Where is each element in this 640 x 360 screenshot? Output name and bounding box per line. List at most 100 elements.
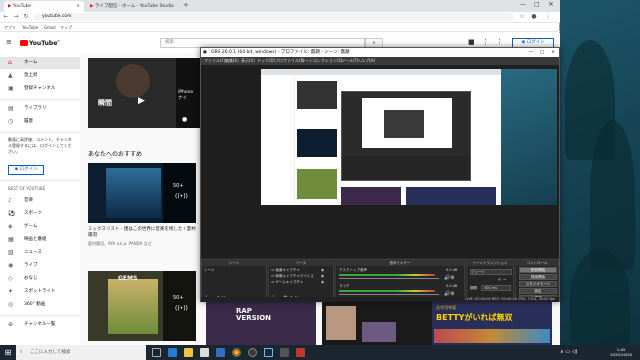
settings-button[interactable]: 設定 — [519, 288, 557, 294]
volume-slider[interactable] — [339, 278, 439, 279]
sidebar-item-news[interactable]: ▧ ニュース — [0, 247, 80, 259]
preview-nested-docks — [342, 156, 470, 180]
obs-taskbar-icon[interactable] — [248, 348, 257, 357]
visibility-icon[interactable]: ◉ — [321, 280, 324, 284]
video-thumbnail[interactable]: RAP VERSION — [206, 302, 316, 345]
system-tray-icons[interactable]: ∧ ▭ ◁) — [560, 349, 577, 355]
forward-icon[interactable]: → — [12, 13, 20, 21]
duration-input[interactable]: 300 ms — [481, 285, 511, 291]
visibility-icon[interactable]: ◉ — [321, 274, 324, 278]
windows-start-icon[interactable]: ⊞ — [0, 345, 16, 360]
obs-preview[interactable] — [201, 65, 559, 258]
sidebar-item-game[interactable]: ◈ ゲーム — [0, 221, 80, 233]
transition-select[interactable]: フェード — [470, 269, 512, 275]
sidebar-login-button[interactable]: ◉ ログイン — [8, 165, 44, 175]
video-thumbnail[interactable]: iPhone ナイ ● — [176, 58, 200, 128]
start-recording-button[interactable]: 録画開始 — [519, 274, 557, 280]
bookmark-apps[interactable]: アプリ — [4, 23, 16, 32]
sidebar-item-history[interactable]: ◷ 履歴 — [0, 116, 80, 128]
mix-thumbnail[interactable]: 50+ ((•)) — [88, 163, 196, 223]
sidebar-item-trending[interactable]: ▲ 急上昇 — [0, 70, 80, 82]
profile-icon[interactable]: ● — [530, 13, 538, 21]
minimize-button[interactable]: — — [529, 48, 534, 57]
menu-file[interactable]: ファイル(F) — [204, 57, 225, 65]
sidebar-item-fashion[interactable]: ◇ おなじ — [0, 273, 80, 285]
settings-icon[interactable]: ⋮ — [496, 38, 503, 46]
source-item[interactable]: ▭ ゲームキャプチャ ◉ — [271, 280, 324, 285]
bookmark-gmail[interactable]: Gmail — [44, 23, 56, 32]
store-icon[interactable] — [200, 348, 209, 357]
sports-icon: ⚽ — [8, 210, 16, 217]
file-explorer-icon[interactable] — [184, 348, 193, 357]
studio-mode-button[interactable]: スタジオモード — [519, 281, 557, 287]
sidebar-item-movies[interactable]: ▦ 映画と番組 — [0, 234, 80, 246]
bookmark-maps[interactable]: マップ — [60, 23, 72, 32]
url-input[interactable]: youtube.com — [34, 13, 514, 21]
new-tab-button[interactable]: + — [183, 1, 189, 9]
visibility-icon[interactable]: ◉ — [321, 268, 324, 272]
hamburger-icon[interactable]: ≡ — [6, 38, 12, 46]
edge-icon[interactable] — [168, 348, 177, 357]
task-view-icon[interactable] — [152, 348, 161, 357]
minimize-button[interactable]: — — [520, 1, 526, 8]
close-icon[interactable]: × — [76, 1, 80, 12]
tab-studio[interactable]: ▶ ライブ配信 - ホーム - YouTube Studio — [86, 1, 181, 12]
sidebar-item-library[interactable]: ▤ ライブラリ — [0, 103, 80, 115]
youtube-logo[interactable]: YouTubeJP — [20, 39, 60, 47]
source-item[interactable]: ▭ 画面キャプチャ ◉ — [271, 268, 324, 273]
start-streaming-button[interactable]: 配信開始 — [519, 267, 557, 273]
mail-icon[interactable] — [216, 348, 225, 357]
maximize-button[interactable]: □ — [540, 48, 544, 57]
menu-icon[interactable]: ⋮ — [544, 13, 552, 21]
sidebar-item-label: 映画と番組 — [24, 237, 47, 242]
scene-item[interactable]: シーン — [204, 268, 214, 273]
star-icon[interactable]: ☆ — [518, 13, 526, 21]
video-thumbnail[interactable] — [322, 302, 432, 345]
taskbar-search-input[interactable]: ⌕ ここに入力して検索 — [16, 345, 146, 360]
menu-edit[interactable]: 編集(E) — [225, 57, 239, 65]
sidebar-item-channels[interactable]: ⊕ チャンネル一覧 — [0, 319, 80, 331]
menu-dock[interactable]: ドック(D) — [257, 57, 275, 65]
transition-add-remove-buttons[interactable]: ＋ − — [497, 277, 507, 283]
source-item[interactable]: ▭ 映像キャプチャデバイス ◉ — [271, 274, 324, 279]
window-close-button[interactable]: × — [551, 48, 555, 57]
chrome-icon[interactable] — [232, 348, 241, 357]
sidebar-item-music[interactable]: ♪ 音楽 — [0, 195, 80, 207]
clock[interactable]: 1:45 2020/10/30 — [610, 347, 632, 357]
steam-icon[interactable] — [264, 348, 273, 357]
menu-view[interactable]: 表示(V) — [241, 57, 255, 65]
speaker-icon[interactable]: 🔊⚙ — [444, 275, 455, 281]
apps-icon[interactable]: ⋮ — [482, 38, 489, 46]
sidebar-item-live[interactable]: ◉ ライブ — [0, 260, 80, 272]
menu-tools[interactable]: ツール(T) — [341, 57, 359, 65]
back-icon[interactable]: ← — [2, 13, 10, 21]
bookmark-youtube[interactable]: YouTube — [22, 23, 38, 32]
video-title[interactable]: ミックスリスト - 僕はこの世界に音楽を残した / 夏村陽羽 — [88, 227, 198, 239]
obs-title-bar: ● OBS 26.0.1 (64 bit, windows) - プロファイル:… — [201, 48, 559, 57]
best-of-youtube-heading: BEST OF YOUTUBE — [8, 186, 46, 191]
divider — [0, 315, 80, 316]
bookmarks-bar: アプリ YouTube Gmail マップ — [0, 23, 560, 32]
sidebar-item-subscriptions[interactable]: ▣ 登録チャンネル — [0, 83, 80, 95]
maximize-button[interactable]: □ — [534, 1, 540, 8]
thumbnail-art — [326, 306, 356, 340]
wallpaper-tree — [570, 250, 630, 345]
sidebar-item-sports[interactable]: ⚽ スポーツ — [0, 208, 80, 220]
video-upload-icon[interactable]: ■ — [468, 38, 475, 46]
window-close-button[interactable]: × — [548, 0, 554, 8]
volume-slider[interactable] — [339, 294, 439, 295]
video-thumbnail[interactable]: GEMS 50+ ((•)) — [88, 271, 196, 341]
sidebar-item-spotlight[interactable]: ✦ スポットライト — [0, 286, 80, 298]
sidebar-item-360[interactable]: ◎ 360° 動画 — [0, 299, 80, 311]
video-thumbnail[interactable]: 瞬間 ▶ — [88, 58, 178, 128]
video-thumbnail[interactable]: 天才司令塔 BETTYがいれば無双 — [432, 302, 552, 345]
sidebar-item-home[interactable]: ⌂ ホーム — [0, 57, 80, 69]
menu-scene-collection[interactable]: シーンコレクション(S) — [301, 57, 342, 65]
menu-help[interactable]: ヘルプ(H) — [357, 57, 375, 65]
app-icon[interactable] — [280, 348, 289, 357]
reload-icon[interactable]: ↻ — [22, 13, 30, 21]
app-icon[interactable] — [296, 348, 305, 357]
sidebar-item-label: ホーム — [24, 60, 38, 65]
thumbnail-text: RAP VERSION — [236, 307, 272, 322]
tab-youtube[interactable]: ▶ YouTube × — [4, 1, 84, 12]
